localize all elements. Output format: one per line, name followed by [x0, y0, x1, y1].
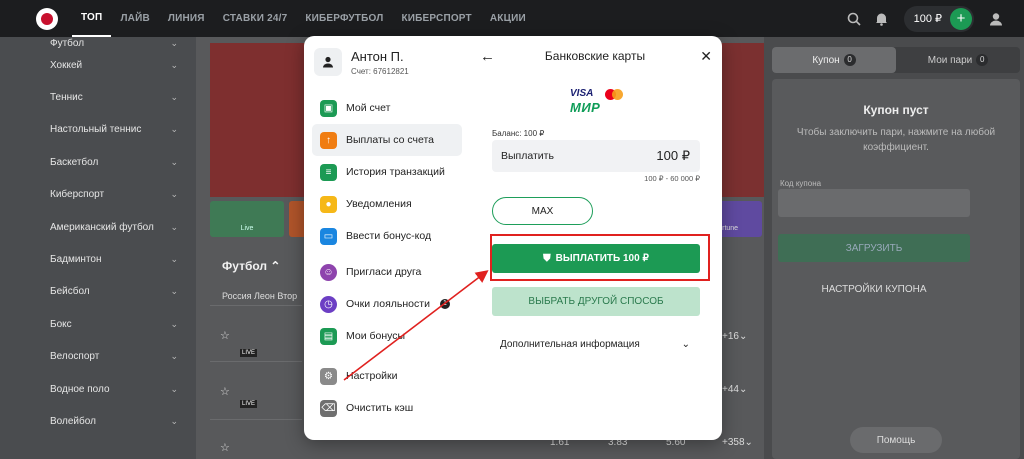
annotation-arrow [343, 270, 489, 381]
